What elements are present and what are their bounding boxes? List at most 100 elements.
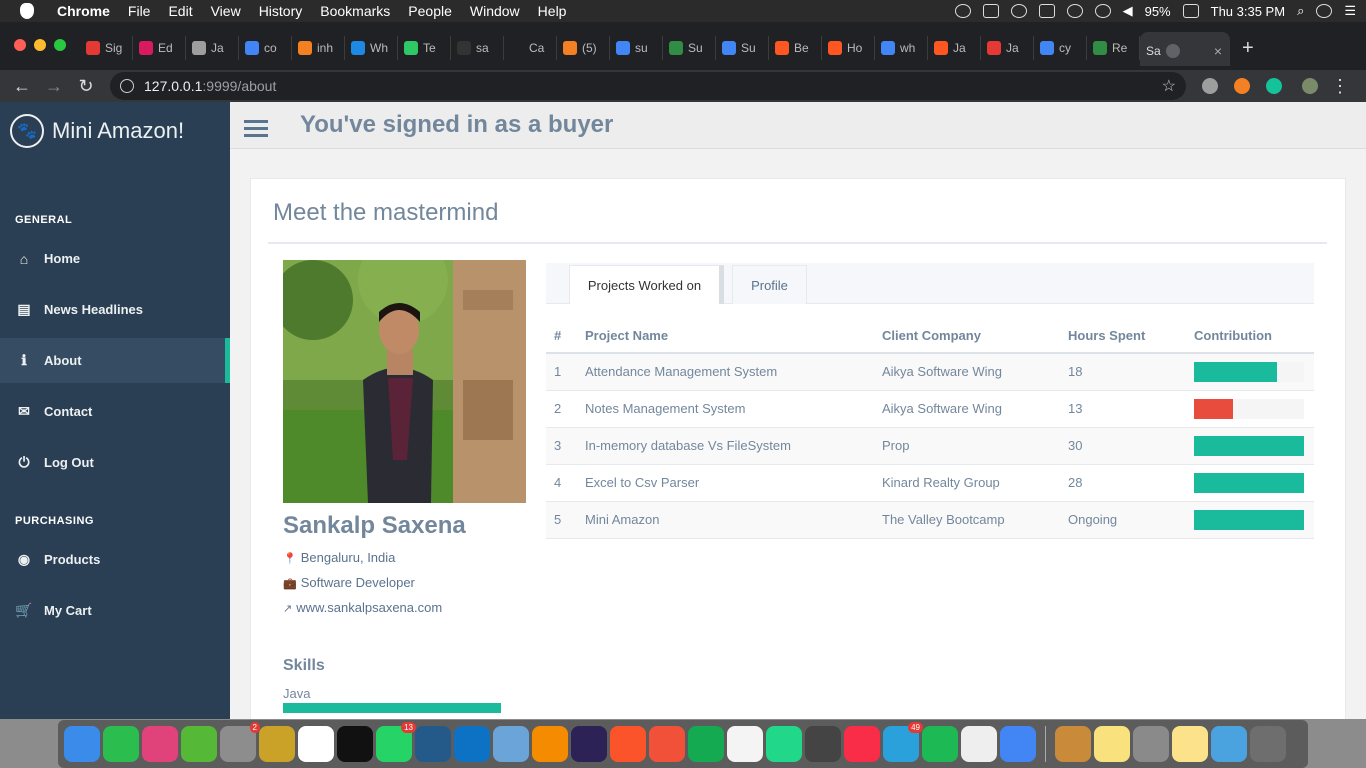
vlc-icon[interactable]	[532, 726, 568, 762]
browser-tab[interactable]: su	[610, 36, 663, 60]
site-info-icon[interactable]	[120, 79, 134, 93]
eclipse-icon[interactable]	[571, 726, 607, 762]
telegram-icon[interactable]: 49	[883, 722, 923, 762]
browser-tab[interactable]: Re	[1087, 36, 1140, 60]
browser-tab[interactable]: Su	[716, 36, 769, 60]
menu-item-bookmarks[interactable]: Bookmarks	[311, 0, 399, 22]
browser-tab[interactable]: sa	[451, 36, 504, 60]
notes-icon[interactable]	[1172, 726, 1208, 762]
sequel-pro-icon[interactable]	[1055, 726, 1091, 762]
finder-icon[interactable]	[64, 726, 100, 762]
browser-tab[interactable]: Su	[663, 36, 716, 60]
grammarly-extension-icon[interactable]	[1266, 78, 1282, 94]
trash-icon[interactable]	[1250, 726, 1286, 762]
downloads-icon[interactable]	[1211, 726, 1247, 762]
browser-tab[interactable]: Ja	[928, 36, 981, 60]
stickies-icon[interactable]	[1094, 726, 1130, 762]
metamask-extension-icon[interactable]	[1234, 78, 1250, 94]
screens-icon[interactable]	[142, 726, 178, 762]
browser-tab[interactable]: (5)	[557, 36, 610, 60]
sidebar-item-products[interactable]: ◉ Products	[0, 537, 230, 582]
music-icon[interactable]	[844, 726, 880, 762]
browser-tab[interactable]: wh	[875, 36, 928, 60]
mysql-workbench-icon[interactable]	[415, 726, 451, 762]
browser-tab[interactable]: inh	[292, 36, 345, 60]
browser-tab[interactable]: Be	[769, 36, 822, 60]
notification-center-icon[interactable]: ☰	[1344, 3, 1356, 19]
pycharm-icon[interactable]	[766, 726, 802, 762]
bookmark-star-icon[interactable]: ☆	[1162, 76, 1176, 96]
swift-icon[interactable]	[649, 726, 685, 762]
menu-item-help[interactable]: Help	[529, 0, 576, 22]
sidebar-item-my-cart[interactable]: 🛒 My Cart	[0, 588, 230, 633]
news-icon[interactable]	[727, 726, 763, 762]
status-icon[interactable]	[1010, 4, 1027, 18]
menu-app-name[interactable]: Chrome	[48, 0, 119, 22]
mongodb-icon[interactable]	[688, 726, 724, 762]
browser-tab[interactable]: Sig	[80, 36, 133, 60]
browser-tab[interactable]: Ja	[981, 36, 1034, 60]
browser-tab[interactable]: Ho	[822, 36, 875, 60]
status-icon[interactable]	[954, 4, 971, 18]
brave-icon[interactable]	[610, 726, 646, 762]
browser-tab[interactable]: Ca	[504, 36, 557, 60]
drive-extension-icon[interactable]	[1202, 78, 1218, 94]
browser-tab[interactable]: co	[239, 36, 292, 60]
menu-item-window[interactable]: Window	[461, 0, 529, 22]
status-icon[interactable]	[982, 4, 999, 18]
tab-projects[interactable]: Projects Worked on	[569, 265, 724, 304]
sidebar-item-contact[interactable]: ✉ Contact	[0, 389, 230, 434]
sidebar-item-home[interactable]: ⌂ Home	[0, 236, 230, 281]
zoom-window-button[interactable]	[54, 39, 66, 51]
chrome-icon[interactable]	[1000, 726, 1036, 762]
spotify-icon[interactable]	[922, 726, 958, 762]
preview-icon[interactable]	[493, 726, 529, 762]
browser-tab[interactable]: Te	[398, 36, 451, 60]
close-tab-icon[interactable]: ×	[1214, 43, 1222, 59]
minimize-window-button[interactable]	[34, 39, 46, 51]
menu-item-file[interactable]: File	[119, 0, 160, 22]
browser-tab[interactable]: Ja	[186, 36, 239, 60]
back-button[interactable]: ←	[6, 76, 38, 97]
profile-avatar[interactable]	[1302, 78, 1318, 94]
close-window-button[interactable]	[14, 39, 26, 51]
browser-tab[interactable]: Ed	[133, 36, 186, 60]
address-bar[interactable]: 127.0.0.1:9999/about ☆	[110, 72, 1186, 100]
slack-icon[interactable]	[298, 726, 334, 762]
browser-tab[interactable]: Wh	[345, 36, 398, 60]
volume-icon[interactable]: ◀	[1123, 3, 1133, 19]
tab-profile[interactable]: Profile	[732, 265, 807, 304]
website-link[interactable]: www.sankalpsaxena.com	[296, 600, 442, 615]
new-tab-button[interactable]: +	[1242, 36, 1254, 60]
brand[interactable]: 🐾 Mini Amazon!	[0, 102, 230, 160]
sidebar-item-news-headlines[interactable]: ▤ News Headlines	[0, 287, 230, 332]
whatsapp-icon[interactable]: 13	[376, 722, 416, 762]
menu-item-edit[interactable]: Edit	[159, 0, 201, 22]
time-machine-icon[interactable]	[1066, 4, 1083, 18]
terminal-icon[interactable]	[337, 726, 373, 762]
firefox-dev-icon[interactable]	[1133, 726, 1169, 762]
profile-website[interactable]: ↗ www.sankalpsaxena.com	[283, 600, 442, 615]
forward-button[interactable]: →	[38, 76, 70, 97]
facetime-icon[interactable]	[103, 726, 139, 762]
apple-icon[interactable]	[20, 3, 34, 19]
sublime-icon[interactable]	[805, 726, 841, 762]
browser-tab-active[interactable]: Sa ×	[1140, 32, 1230, 66]
menubar-clock[interactable]: Thu 3:35 PM	[1211, 4, 1285, 19]
menu-item-history[interactable]: History	[250, 0, 312, 22]
chrome-menu-icon[interactable]: ⋮	[1324, 76, 1356, 97]
menu-item-people[interactable]: People	[399, 0, 461, 22]
reload-button[interactable]: ↻	[70, 76, 102, 97]
user-icon[interactable]	[1316, 4, 1333, 18]
browser-tab[interactable]: cy	[1034, 36, 1087, 60]
wifi-icon[interactable]	[1094, 4, 1111, 18]
status-icon[interactable]	[1038, 4, 1055, 18]
battery-level[interactable]: 95%	[1145, 4, 1171, 19]
sidebar-item-about[interactable]: ℹ About	[0, 338, 230, 383]
sidebar-item-log-out[interactable]: ⏻ Log Out	[0, 440, 230, 485]
utorrent-icon[interactable]	[181, 726, 217, 762]
itunes-icon[interactable]	[961, 726, 997, 762]
cyberduck-icon[interactable]	[259, 726, 295, 762]
menu-item-view[interactable]: View	[202, 0, 250, 22]
system-preferences-icon[interactable]: 2	[220, 722, 260, 762]
